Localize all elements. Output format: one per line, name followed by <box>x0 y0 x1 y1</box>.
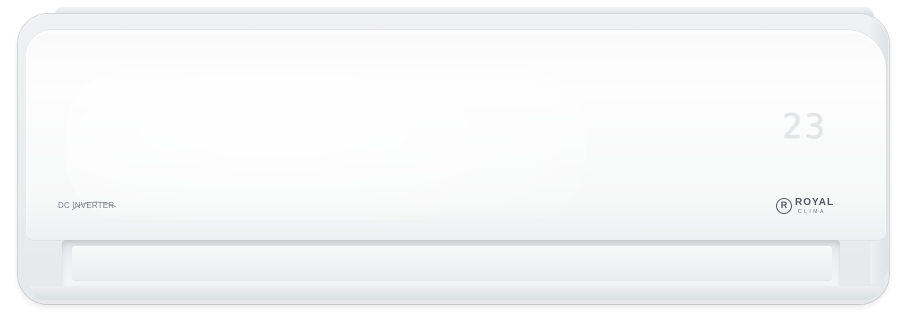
bottom-lip <box>30 286 880 300</box>
panel-highlight <box>66 70 586 220</box>
temperature-display: 23 <box>782 107 827 147</box>
brand-subtitle: CLIMA <box>798 209 826 215</box>
louver-flap <box>72 246 832 280</box>
inverter-label: DC INVERTER <box>58 201 115 210</box>
air-conditioner-photo: 23 DC INVERTER R ROYAL CLIMA <box>0 0 900 316</box>
brand-name: ROYAL <box>795 197 835 208</box>
front-panel <box>26 30 886 240</box>
brand-mark: R <box>776 198 792 214</box>
royal-clima-logo-icon: R ROYAL CLIMA <box>776 196 856 218</box>
